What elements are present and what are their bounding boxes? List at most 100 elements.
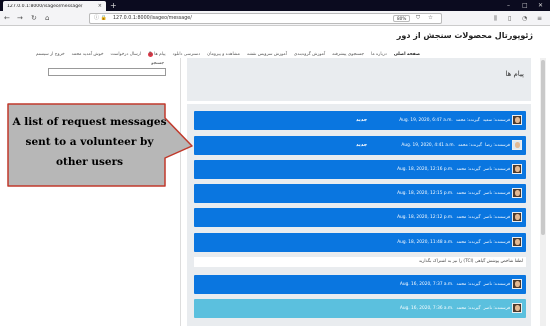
sender-avatar [512, 212, 522, 222]
browser-tab[interactable]: 127.0.0.1:8000/isageo/message/ × [3, 1, 106, 11]
nav-logout[interactable]: خروج از سیستم [36, 52, 65, 57]
message-date: Aug. 19, 2020, 6:47 a.m. [399, 118, 453, 123]
search-sidebar: جستجو [1, 58, 181, 326]
nav-about[interactable]: درباره ما [371, 52, 387, 57]
page-title-panel: پیام ها [187, 58, 531, 101]
message-receiver: گیرنده: محمد [456, 282, 481, 287]
message-row[interactable]: فرستنده: ناصر گیرنده: محمد Aug. 16, 2020… [194, 275, 526, 294]
url-text[interactable]: 127.0.0.1:8000/isageo/message/ [113, 14, 192, 23]
new-tab-icon[interactable]: + [110, 0, 117, 11]
message-sender: فرستنده: ناصر [483, 191, 510, 196]
page-title: پیام ها [505, 70, 524, 78]
new-message-label: جدید [356, 142, 368, 148]
message-meta: فرستنده: ناصر گیرنده: محمد Aug. 18, 2020… [397, 184, 510, 203]
bookmark-star-icon[interactable]: ☆ [428, 14, 433, 23]
message-row[interactable]: فرستنده: ناصر گیرنده: محمد Aug. 18, 2020… [194, 160, 526, 179]
message-body-text: لطفا شاخص پوشش گیاهی (TCI) را نیز به اشت… [418, 259, 523, 264]
message-row[interactable]: فرستنده: سعید گیرنده: محمد Aug. 19, 2020… [194, 111, 526, 130]
message-date: Aug. 16, 2020, 7:37 a.m. [399, 282, 454, 287]
message-meta: فرستنده: رضا گیرنده: محمد Aug. 19, 2020,… [401, 136, 510, 155]
search-label: جستجو [151, 61, 164, 66]
sender-avatar [512, 279, 522, 289]
scrollbar-thumb[interactable] [541, 60, 545, 235]
library-icon[interactable]: ⫼ [494, 13, 497, 24]
tab-close-icon[interactable]: × [98, 3, 102, 9]
nav-messages-label: پیام ها [154, 52, 166, 57]
site-header: ژئوپورتال محصولات سنجش از دور صفحه اصلی … [0, 26, 550, 58]
account-icon[interactable]: ◔ [522, 13, 527, 24]
message-meta: فرستنده: ناصر گیرنده: محمد Aug. 16, 2020… [400, 299, 510, 318]
sender-avatar [512, 115, 522, 125]
callout-line: other users [55, 156, 124, 168]
callout-text: A list of request messages sent to a vol… [12, 112, 167, 172]
sender-avatar [512, 164, 522, 174]
forward-icon[interactable]: → [17, 13, 23, 24]
message-meta: فرستنده: ناصر گیرنده: محمد Aug. 18, 2020… [397, 160, 510, 179]
message-row[interactable]: فرستنده: ناصر گیرنده: محمد Aug. 18, 2020… [194, 184, 526, 203]
message-receiver: گیرنده: محمد [456, 191, 481, 196]
message-meta: فرستنده: ناصر گیرنده: محمد Aug. 16, 2020… [400, 275, 510, 294]
message-meta: فرستنده: ناصر گیرنده: محمد Aug. 18, 2020… [397, 208, 510, 227]
message-body: لطفا شاخص پوشش گیاهی (TCI) را نیز به اشت… [194, 257, 526, 267]
message-sender: فرستنده: رضا [485, 143, 510, 148]
menu-icon[interactable]: ≡ [537, 13, 542, 24]
nav-home[interactable]: صفحه اصلی [394, 52, 420, 57]
message-sender: فرستنده: ناصر [483, 282, 510, 287]
search-input[interactable] [48, 68, 166, 76]
page-scrollbar[interactable] [540, 58, 546, 326]
maximize-icon[interactable]: □ [522, 0, 528, 11]
message-date: Aug. 18, 2020, 12:15 p.m. [397, 191, 454, 196]
browser-nav-bar: ← → ↻ ⌂ ⓘ 🔒 127.0.0.1:8000/isageo/messag… [0, 11, 550, 26]
nav-download-access[interactable]: دسترسی دانلود [173, 52, 201, 57]
back-icon[interactable]: ← [4, 13, 10, 24]
message-sender: فرستنده: ناصر [483, 215, 510, 220]
site-nav: صفحه اصلی درباره ما جستجوی پیشرفته آموزش… [2, 51, 422, 58]
message-receiver: گیرنده: محمد [455, 118, 480, 123]
zoom-level[interactable]: 80% [393, 15, 411, 22]
message-date: Aug. 18, 2020, 12:16 p.m. [397, 167, 454, 172]
message-meta: فرستنده: سعید گیرنده: محمد Aug. 19, 2020… [399, 111, 510, 130]
message-date: Aug. 18, 2020, 12:12 p.m. [397, 215, 454, 220]
nav-grouping-tutorial[interactable]: آموزش گروه‌بندی [294, 52, 325, 57]
callout-line: sent to a volunteer by [25, 136, 154, 148]
nav-view[interactable]: مشاهده و پیرومان [207, 52, 240, 57]
message-row[interactable]: فرستنده: ناصر گیرنده: محمد Aug. 18, 2020… [194, 208, 526, 227]
close-window-icon[interactable]: ✕ [538, 0, 543, 11]
message-meta: فرستنده: ناصر گیرنده: محمد Aug. 18, 2020… [397, 233, 510, 252]
sender-avatar [512, 140, 522, 150]
message-row[interactable]: فرستنده: ناصر گیرنده: محمد Aug. 16, 2020… [194, 299, 526, 318]
message-row[interactable]: فرستنده: ناصر گیرنده: محمد Aug. 18, 2020… [194, 233, 526, 252]
page-info-icon[interactable]: ⓘ 🔒 [94, 14, 107, 23]
home-icon[interactable]: ⌂ [45, 13, 49, 24]
message-receiver: گیرنده: محمد [457, 143, 483, 148]
sidebar-toggle-icon[interactable]: ▯ [508, 13, 511, 24]
sender-avatar [512, 188, 522, 198]
message-row[interactable]: فرستنده: رضا گیرنده: محمد Aug. 19, 2020,… [194, 136, 526, 155]
site-brand[interactable]: ژئوپورتال محصولات سنجش از دور [397, 31, 533, 40]
message-sender: فرستنده: سعید [482, 118, 510, 123]
message-receiver: گیرنده: محمد [456, 240, 481, 245]
message-receiver: گیرنده: محمد [456, 167, 481, 172]
nav-messages[interactable]: پیام ها 5 [148, 52, 166, 57]
tab-title: 127.0.0.1:8000/isageo/message/ [7, 3, 83, 9]
message-sender: فرستنده: ناصر [483, 306, 510, 311]
message-receiver: گیرنده: محمد [456, 306, 481, 311]
nav-advanced-search[interactable]: جستجوی پیشرفته [332, 52, 364, 57]
new-message-label: جدید [356, 117, 368, 123]
message-sender: فرستنده: ناصر [483, 167, 510, 172]
browser-tab-bar: 127.0.0.1:8000/isageo/message/ × + – □ ✕ [0, 0, 550, 11]
pocket-icon[interactable]: ⛉ [416, 14, 420, 23]
nav-map-service-tutorial[interactable]: آموزش سرویس نقشه [247, 52, 287, 57]
minimize-icon[interactable]: – [507, 0, 510, 11]
nav-send-request[interactable]: ارسال درخواست [111, 52, 142, 57]
callout-line: A list of request messages [12, 116, 167, 128]
url-bar[interactable]: ⓘ 🔒 127.0.0.1:8000/isageo/message/ 80% ⛉… [89, 13, 442, 24]
message-date: Aug. 16, 2020, 7:36 a.m. [399, 306, 454, 311]
sender-avatar [512, 303, 522, 313]
nav-welcome-user: خوش آمدید محمد [71, 52, 104, 57]
sender-avatar [512, 237, 522, 247]
reload-icon[interactable]: ↻ [31, 13, 37, 24]
message-date: Aug. 19, 2020, 4:41 a.m. [401, 143, 455, 148]
message-receiver: گیرنده: محمد [456, 215, 481, 220]
message-sender: فرستنده: ناصر [483, 240, 510, 245]
